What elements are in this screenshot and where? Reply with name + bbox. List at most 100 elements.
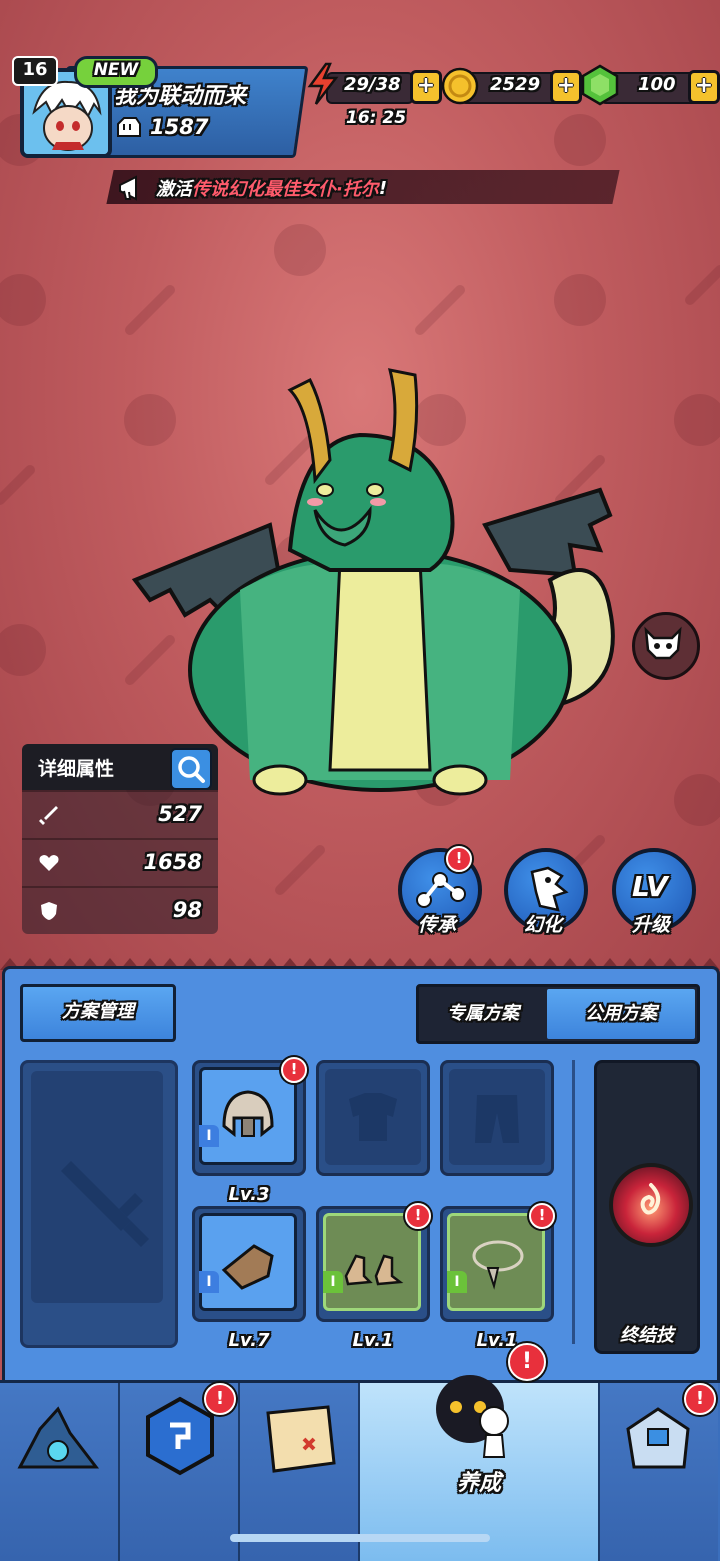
necklace-slot-inner bbox=[447, 1213, 545, 1311]
lightning-icon bbox=[307, 62, 339, 105]
stamina-timer: 16: 25 bbox=[346, 108, 407, 128]
green-gem-icon bbox=[581, 64, 619, 106]
fist-power-icon bbox=[117, 117, 141, 137]
nav-cultivate-label: 养成 bbox=[456, 1471, 501, 1496]
upgrade-button[interactable]: LV 升级 bbox=[610, 848, 696, 938]
new-badge: NEW bbox=[74, 56, 158, 88]
necklace-slot[interactable]: I Lv.1 ! bbox=[440, 1203, 555, 1351]
pants-slot-inner bbox=[449, 1069, 545, 1165]
gold-counter: 2529 + bbox=[440, 67, 582, 105]
armor-slot-empty[interactable] bbox=[316, 1060, 430, 1176]
announcement-text[interactable]: 激活 传说幻化最佳女仆·托尔 ! bbox=[116, 172, 387, 204]
gloves-slot-inner bbox=[199, 1213, 297, 1311]
transform-label: 幻化 bbox=[523, 914, 562, 936]
boots-slot-inner bbox=[323, 1213, 421, 1311]
nav-tab-crystal[interactable] bbox=[0, 1383, 121, 1561]
panel-divider bbox=[572, 1060, 575, 1344]
boots-tier: I bbox=[323, 1271, 343, 1293]
tab-public-plan[interactable]: 公用方案 bbox=[547, 989, 695, 1039]
stat-hp-value: 1658 bbox=[143, 850, 202, 874]
dragon-hero-character bbox=[131, 368, 615, 796]
dragon-skill-button[interactable] bbox=[632, 612, 700, 680]
stamina-counter: 29/38 + bbox=[306, 62, 442, 105]
gloves-tier: I bbox=[199, 1271, 219, 1293]
upgrade-label: 升级 bbox=[631, 914, 670, 936]
crystal-shard-icon bbox=[17, 1406, 100, 1469]
boots-icon bbox=[344, 1254, 404, 1286]
character-mascot-icon bbox=[436, 1375, 509, 1458]
megaphone-icon bbox=[119, 175, 137, 201]
cultivate-alert-icon: ! bbox=[508, 1343, 546, 1381]
announcement-suffix: ! bbox=[378, 177, 388, 199]
armor-placeholder-icon bbox=[349, 1093, 397, 1141]
card-alert-icon: ! bbox=[204, 1383, 236, 1415]
shield-defense-icon bbox=[41, 902, 57, 920]
boots-slot[interactable]: I Lv.1 ! bbox=[316, 1203, 431, 1351]
boots-level: Lv.1 bbox=[352, 1330, 394, 1351]
stat-row-hp: 1658 bbox=[22, 838, 218, 886]
boots-alert-icon: ! bbox=[405, 1203, 431, 1229]
ultimate-skill-label: 终结技 bbox=[620, 1325, 674, 1346]
lv-up-icon: LV bbox=[632, 870, 668, 903]
house-alert-icon: ! bbox=[684, 1383, 716, 1415]
player-level-badge: 16 bbox=[12, 56, 58, 86]
helmet-icon bbox=[222, 1090, 274, 1138]
gem-plus-button[interactable]: + bbox=[688, 70, 720, 104]
necklace-alert-icon: ! bbox=[529, 1203, 555, 1229]
helmet-alert-icon: ! bbox=[281, 1057, 307, 1083]
nav-tab-card[interactable]: ! bbox=[120, 1383, 241, 1561]
stats-panel: 详细属性 527 1658 98 bbox=[22, 744, 218, 934]
weapon-slot-empty[interactable] bbox=[20, 1060, 178, 1348]
inherit-alert-icon: ! bbox=[446, 846, 472, 872]
gold-value: 2529 bbox=[490, 74, 541, 95]
stamina-value: 29/38 bbox=[344, 74, 401, 95]
helmet-tier: I bbox=[199, 1125, 219, 1147]
gem-value: 100 bbox=[638, 74, 676, 95]
plan-manage-button[interactable]: 方案管理 bbox=[20, 984, 176, 1042]
sword-placeholder-icon bbox=[61, 1161, 149, 1247]
stat-defense-value: 98 bbox=[172, 898, 202, 922]
stats-title: 详细属性 bbox=[38, 758, 115, 780]
announcement-highlight: 传说幻化最佳女仆·托尔 bbox=[192, 179, 379, 200]
sword-attack-icon bbox=[39, 806, 58, 825]
nav-tab-house[interactable]: ! bbox=[600, 1383, 718, 1561]
power-row: 1587 bbox=[114, 114, 208, 140]
gold-coin-icon bbox=[441, 67, 479, 105]
treasure-map-icon bbox=[266, 1405, 336, 1473]
magnifier-icon bbox=[178, 756, 205, 783]
stats-detail-button[interactable] bbox=[170, 748, 212, 790]
helmet-slot-inner bbox=[199, 1067, 297, 1165]
power-value: 1587 bbox=[150, 115, 209, 139]
ultimate-skill-slot[interactable]: 终结技 bbox=[594, 1060, 700, 1354]
announcement-prefix: 激活 bbox=[156, 179, 192, 200]
gem-counter: 100 + bbox=[580, 64, 720, 106]
flame-spiral-icon bbox=[640, 1183, 661, 1215]
ultimate-orb-icon bbox=[609, 1163, 693, 1247]
helmet-slot[interactable]: I Lv.3 ! bbox=[192, 1057, 307, 1205]
monster-skull-icon bbox=[644, 626, 682, 660]
tab-exclusive-plan[interactable]: 专属方案 bbox=[419, 987, 547, 1041]
heart-hp-icon bbox=[39, 855, 59, 871]
pants-placeholder-icon bbox=[475, 1095, 519, 1143]
transform-button[interactable]: 幻化 bbox=[502, 848, 588, 938]
player-card[interactable]: 16 NEW 我为联动而来 1587 bbox=[12, 56, 309, 158]
necklace-icon bbox=[472, 1240, 524, 1290]
stat-row-attack: 527 bbox=[22, 790, 218, 838]
gloves-icon bbox=[221, 1244, 274, 1290]
helmet-level: Lv.3 bbox=[228, 1184, 270, 1205]
gloves-level: Lv.7 bbox=[228, 1330, 270, 1351]
stat-attack-value: 527 bbox=[158, 802, 202, 826]
gold-plus-button[interactable]: + bbox=[550, 70, 582, 104]
inherit-label: 传承 bbox=[417, 914, 456, 936]
stats-header: 详细属性 bbox=[22, 744, 218, 790]
necklace-tier: I bbox=[447, 1271, 467, 1293]
home-indicator[interactable] bbox=[230, 1534, 490, 1542]
weapon-slot-inner bbox=[31, 1071, 163, 1303]
pants-slot-empty[interactable] bbox=[440, 1060, 554, 1176]
plan-tabs: 专属方案 公用方案 bbox=[416, 984, 700, 1044]
armor-slot-inner bbox=[325, 1069, 421, 1165]
inherit-button[interactable]: 传承 ! bbox=[396, 846, 482, 938]
gloves-slot[interactable]: I Lv.7 bbox=[192, 1206, 306, 1351]
stat-row-defense: 98 bbox=[22, 886, 218, 934]
stamina-plus-button[interactable]: + bbox=[410, 70, 442, 104]
